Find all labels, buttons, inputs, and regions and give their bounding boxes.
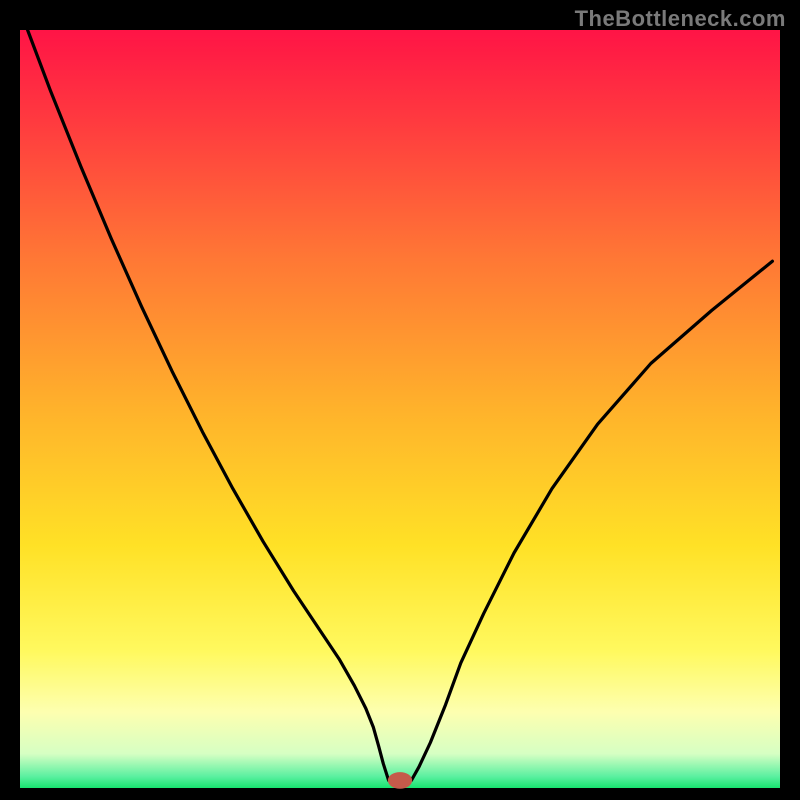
chart-frame: TheBottleneck.com bbox=[0, 0, 800, 800]
plot-background bbox=[20, 30, 780, 788]
optimal-point-marker bbox=[388, 772, 412, 789]
watermark-text: TheBottleneck.com bbox=[575, 6, 786, 32]
bottleneck-chart bbox=[0, 0, 800, 800]
